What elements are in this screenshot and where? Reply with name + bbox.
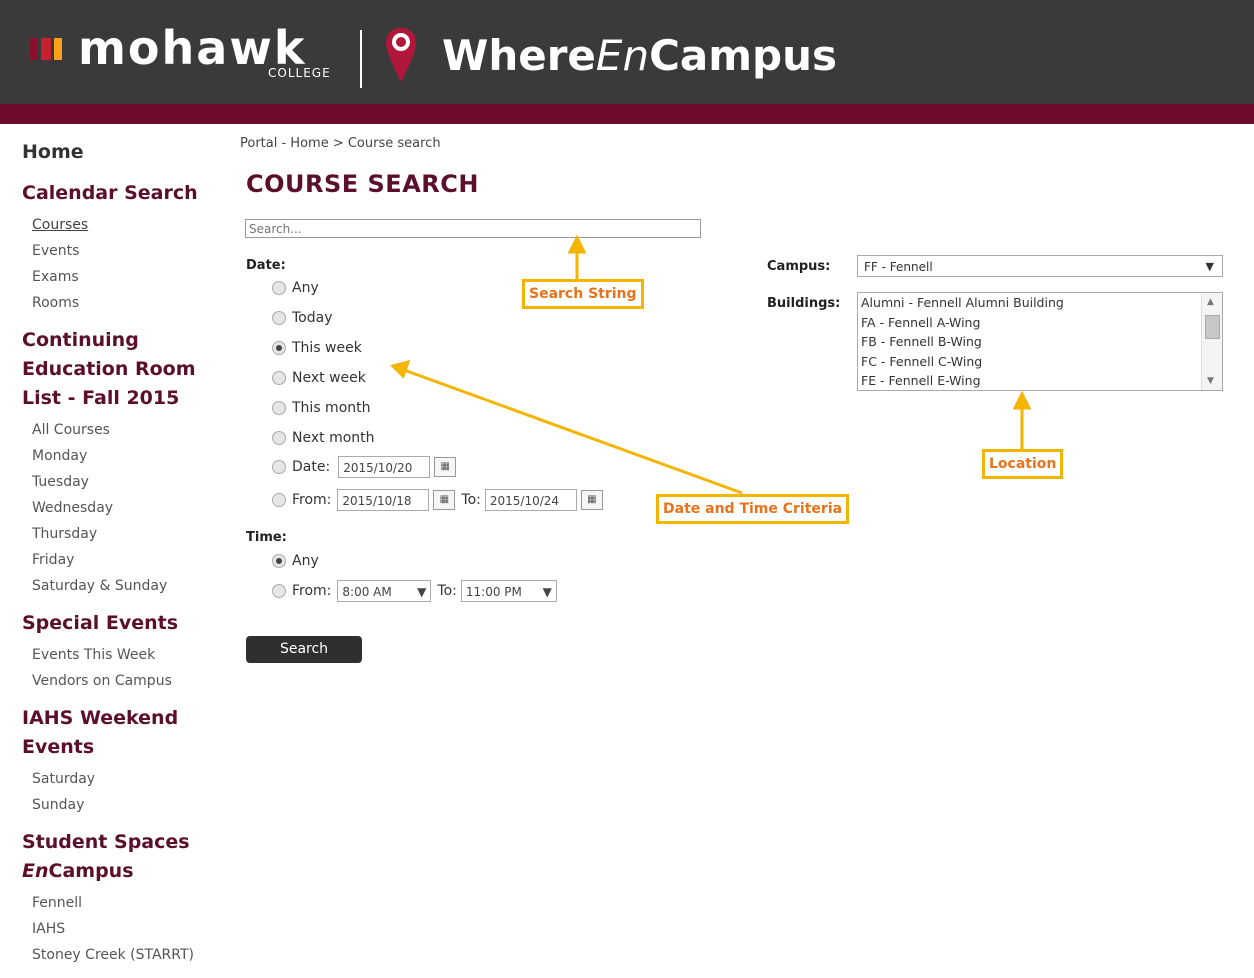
annotation-location: Location: [982, 449, 1064, 479]
annotation-search-string: Search String: [522, 279, 644, 309]
annotation-date-time: Date and Time Criteria: [656, 494, 850, 524]
annotation-arrows: [390, 234, 1032, 495]
